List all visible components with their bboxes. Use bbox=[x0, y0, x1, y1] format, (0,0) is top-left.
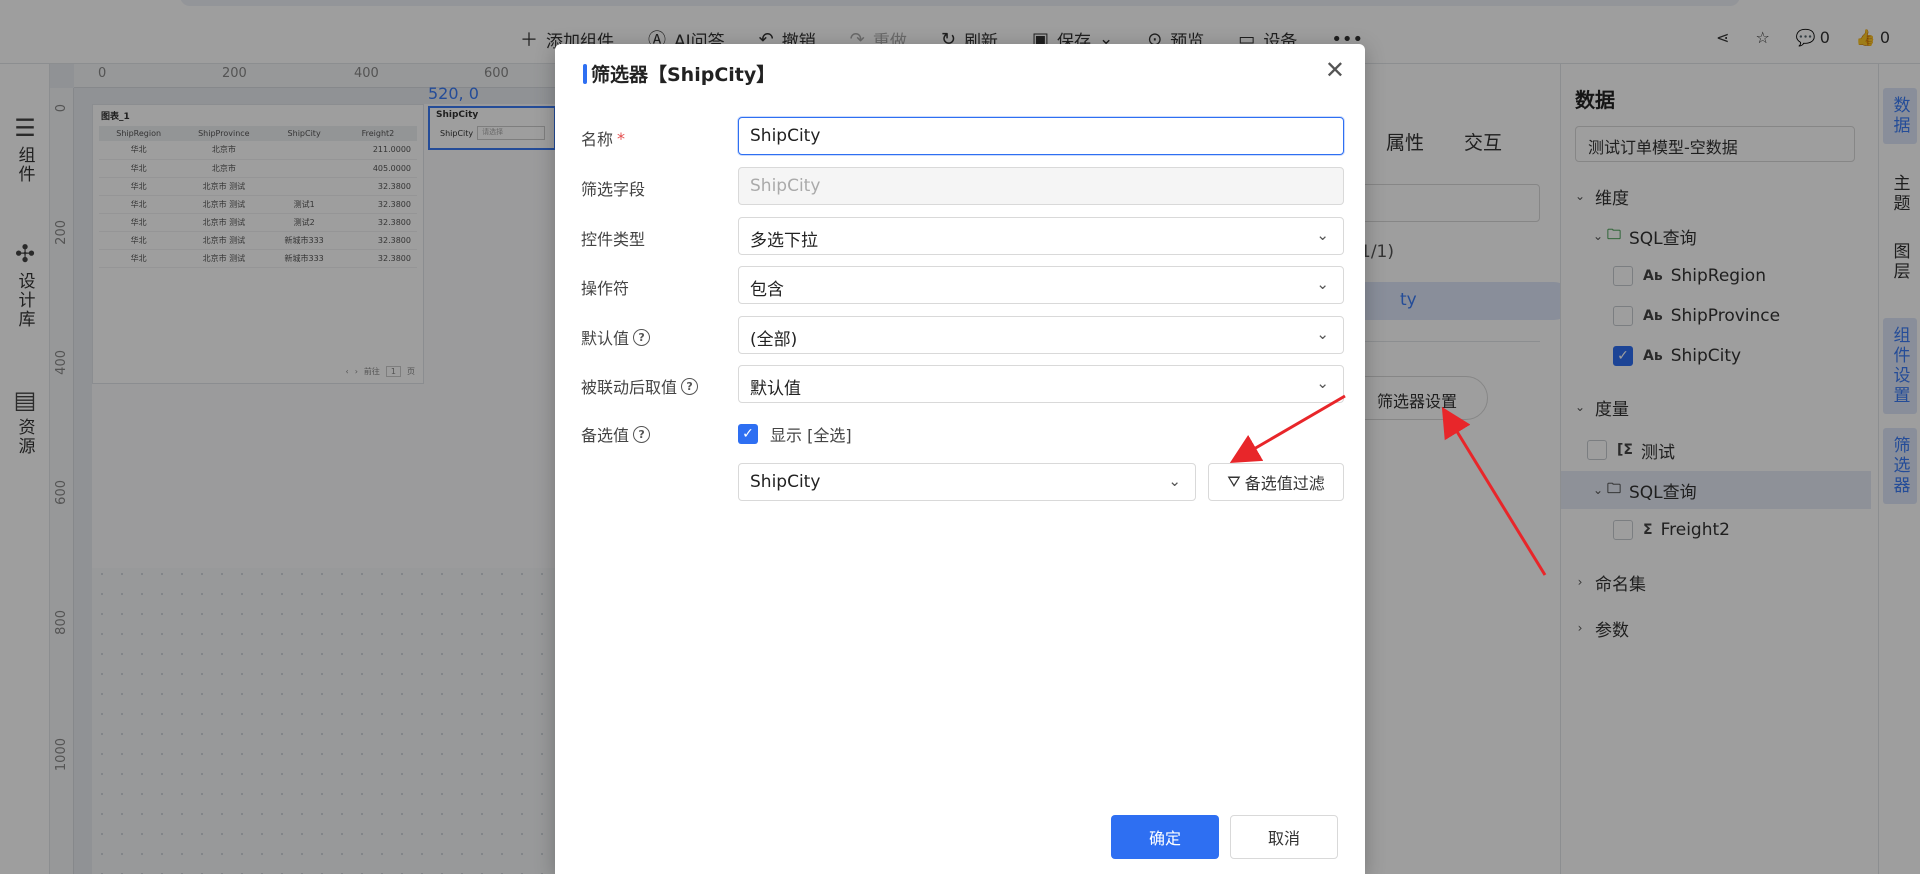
default-value-label: 默认值? bbox=[581, 325, 651, 349]
title-accent-bar bbox=[583, 63, 587, 84]
options-filter-button[interactable]: ⛛ 备选值过滤 bbox=[1208, 463, 1344, 501]
check-icon: ✓ bbox=[738, 424, 758, 444]
close-icon[interactable]: ✕ bbox=[1325, 58, 1345, 82]
help-icon[interactable]: ? bbox=[633, 328, 651, 346]
chevron-down-icon: ⌄ bbox=[1316, 275, 1329, 293]
chevron-down-icon: ⌄ bbox=[1316, 226, 1329, 244]
linked-value-select[interactable]: 默认值 ⌄ bbox=[738, 365, 1344, 403]
operator-label: 操作符 bbox=[581, 279, 630, 298]
filter-funnel-icon: ⛛ bbox=[1227, 472, 1241, 491]
default-value-select[interactable]: (全部) ⌄ bbox=[738, 316, 1344, 354]
filter-field-input: ShipCity bbox=[738, 167, 1344, 205]
options-label: 备选值? bbox=[581, 422, 651, 446]
control-type-label: 控件类型 bbox=[581, 230, 646, 249]
show-select-all-checkbox[interactable]: ✓ 显示 [全选] bbox=[738, 422, 852, 446]
help-icon[interactable]: ? bbox=[681, 377, 699, 395]
dialog-title: 筛选器【ShipCity】 bbox=[583, 60, 775, 87]
filter-field-label: 筛选字段 bbox=[581, 180, 646, 199]
control-type-select[interactable]: 多选下拉 ⌄ bbox=[738, 217, 1344, 255]
chevron-down-icon: ⌄ bbox=[1316, 374, 1329, 392]
confirm-button[interactable]: 确定 bbox=[1111, 815, 1219, 859]
linked-value-label: 被联动后取值? bbox=[581, 374, 699, 398]
name-input[interactable]: ShipCity bbox=[738, 117, 1344, 155]
chevron-down-icon: ⌄ bbox=[1168, 472, 1181, 490]
chevron-down-icon: ⌄ bbox=[1316, 325, 1329, 343]
help-icon[interactable]: ? bbox=[633, 425, 651, 443]
filter-settings-dialog: 筛选器【ShipCity】 ✕ 名称 * ShipCity 筛选字段 ShipCi… bbox=[555, 44, 1365, 874]
operator-select[interactable]: 包含 ⌄ bbox=[738, 266, 1344, 304]
cancel-button[interactable]: 取消 bbox=[1230, 815, 1338, 859]
name-label: 名称 * bbox=[581, 128, 626, 150]
options-source-select[interactable]: ShipCity ⌄ bbox=[738, 463, 1196, 501]
